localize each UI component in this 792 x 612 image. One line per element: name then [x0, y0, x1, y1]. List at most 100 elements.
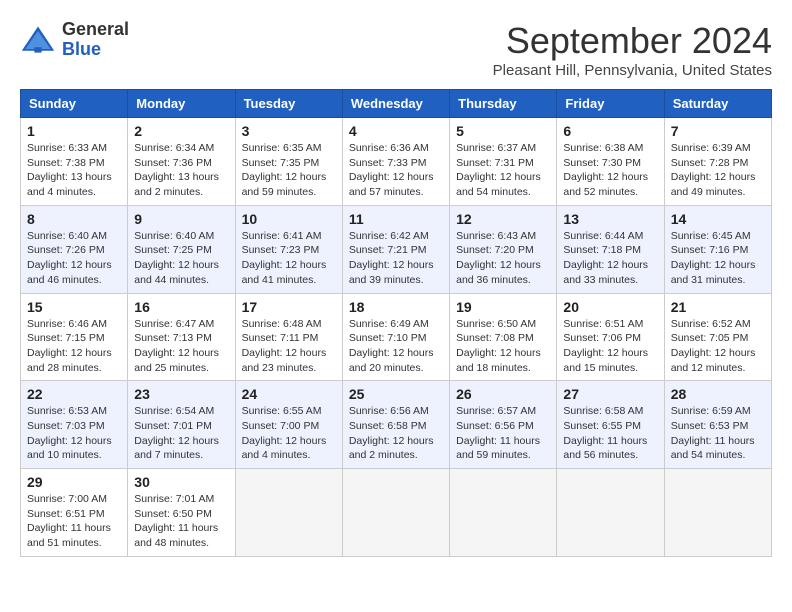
sunset-text: Sunset: 7:23 PM [242, 243, 336, 258]
day-info: Sunrise: 7:01 AM Sunset: 6:50 PM Dayligh… [134, 492, 228, 551]
daylight-text: Daylight: 12 hours and 15 minutes. [563, 346, 657, 375]
day-number: 26 [456, 386, 550, 402]
sunset-text: Sunset: 7:26 PM [27, 243, 121, 258]
sunrise-text: Sunrise: 6:38 AM [563, 141, 657, 156]
daylight-text: Daylight: 12 hours and 54 minutes. [456, 170, 550, 199]
day-number: 28 [671, 386, 765, 402]
title-block: September 2024 Pleasant Hill, Pennsylvan… [493, 20, 772, 79]
sunset-text: Sunset: 6:55 PM [563, 419, 657, 434]
header-sunday: Sunday [21, 90, 128, 118]
day-info: Sunrise: 6:42 AM Sunset: 7:21 PM Dayligh… [349, 229, 443, 288]
daylight-text: Daylight: 12 hours and 10 minutes. [27, 434, 121, 463]
day-info: Sunrise: 6:45 AM Sunset: 7:16 PM Dayligh… [671, 229, 765, 288]
header-saturday: Saturday [664, 90, 771, 118]
day-number: 19 [456, 299, 550, 315]
sunset-text: Sunset: 7:11 PM [242, 331, 336, 346]
day-info: Sunrise: 6:37 AM Sunset: 7:31 PM Dayligh… [456, 141, 550, 200]
weekday-header-row: Sunday Monday Tuesday Wednesday Thursday… [21, 90, 772, 118]
page-header: General Blue September 2024 Pleasant Hil… [20, 20, 772, 79]
daylight-text: Daylight: 12 hours and 25 minutes. [134, 346, 228, 375]
day-info: Sunrise: 6:34 AM Sunset: 7:36 PM Dayligh… [134, 141, 228, 200]
sunrise-text: Sunrise: 6:50 AM [456, 317, 550, 332]
day-number: 12 [456, 211, 550, 227]
calendar-cell: 10 Sunrise: 6:41 AM Sunset: 7:23 PM Dayl… [235, 205, 342, 293]
day-number: 6 [563, 123, 657, 139]
sunset-text: Sunset: 7:10 PM [349, 331, 443, 346]
calendar-cell: 11 Sunrise: 6:42 AM Sunset: 7:21 PM Dayl… [342, 205, 449, 293]
sunrise-text: Sunrise: 6:54 AM [134, 404, 228, 419]
day-number: 5 [456, 123, 550, 139]
day-number: 13 [563, 211, 657, 227]
sunset-text: Sunset: 7:18 PM [563, 243, 657, 258]
sunset-text: Sunset: 7:21 PM [349, 243, 443, 258]
sunrise-text: Sunrise: 6:51 AM [563, 317, 657, 332]
day-info: Sunrise: 6:57 AM Sunset: 6:56 PM Dayligh… [456, 404, 550, 463]
day-info: Sunrise: 6:40 AM Sunset: 7:26 PM Dayligh… [27, 229, 121, 288]
day-info: Sunrise: 6:52 AM Sunset: 7:05 PM Dayligh… [671, 317, 765, 376]
logo: General Blue [20, 20, 129, 60]
day-info: Sunrise: 6:46 AM Sunset: 7:15 PM Dayligh… [27, 317, 121, 376]
calendar-table: Sunday Monday Tuesday Wednesday Thursday… [20, 89, 772, 557]
calendar-cell: 30 Sunrise: 7:01 AM Sunset: 6:50 PM Dayl… [128, 469, 235, 557]
sunrise-text: Sunrise: 6:42 AM [349, 229, 443, 244]
week-row-3: 15 Sunrise: 6:46 AM Sunset: 7:15 PM Dayl… [21, 293, 772, 381]
day-number: 11 [349, 211, 443, 227]
calendar-cell [557, 469, 664, 557]
daylight-text: Daylight: 12 hours and 20 minutes. [349, 346, 443, 375]
sunset-text: Sunset: 6:56 PM [456, 419, 550, 434]
daylight-text: Daylight: 11 hours and 51 minutes. [27, 521, 121, 550]
logo-icon [20, 22, 56, 58]
sunset-text: Sunset: 6:50 PM [134, 507, 228, 522]
sunrise-text: Sunrise: 6:36 AM [349, 141, 443, 156]
sunrise-text: Sunrise: 6:35 AM [242, 141, 336, 156]
daylight-text: Daylight: 12 hours and 41 minutes. [242, 258, 336, 287]
calendar-cell: 1 Sunrise: 6:33 AM Sunset: 7:38 PM Dayli… [21, 118, 128, 206]
calendar-cell: 22 Sunrise: 6:53 AM Sunset: 7:03 PM Dayl… [21, 381, 128, 469]
sunrise-text: Sunrise: 6:57 AM [456, 404, 550, 419]
daylight-text: Daylight: 12 hours and 39 minutes. [349, 258, 443, 287]
week-row-2: 8 Sunrise: 6:40 AM Sunset: 7:26 PM Dayli… [21, 205, 772, 293]
day-info: Sunrise: 6:38 AM Sunset: 7:30 PM Dayligh… [563, 141, 657, 200]
sunrise-text: Sunrise: 6:56 AM [349, 404, 443, 419]
calendar-cell: 12 Sunrise: 6:43 AM Sunset: 7:20 PM Dayl… [450, 205, 557, 293]
sunset-text: Sunset: 7:15 PM [27, 331, 121, 346]
sunset-text: Sunset: 7:25 PM [134, 243, 228, 258]
sunrise-text: Sunrise: 7:00 AM [27, 492, 121, 507]
sunset-text: Sunset: 7:16 PM [671, 243, 765, 258]
day-number: 14 [671, 211, 765, 227]
sunset-text: Sunset: 7:35 PM [242, 156, 336, 171]
day-info: Sunrise: 6:44 AM Sunset: 7:18 PM Dayligh… [563, 229, 657, 288]
sunrise-text: Sunrise: 7:01 AM [134, 492, 228, 507]
sunset-text: Sunset: 7:05 PM [671, 331, 765, 346]
daylight-text: Daylight: 11 hours and 56 minutes. [563, 434, 657, 463]
day-info: Sunrise: 6:47 AM Sunset: 7:13 PM Dayligh… [134, 317, 228, 376]
day-number: 3 [242, 123, 336, 139]
sunset-text: Sunset: 7:36 PM [134, 156, 228, 171]
header-tuesday: Tuesday [235, 90, 342, 118]
header-monday: Monday [128, 90, 235, 118]
sunset-text: Sunset: 6:51 PM [27, 507, 121, 522]
daylight-text: Daylight: 12 hours and 52 minutes. [563, 170, 657, 199]
sunrise-text: Sunrise: 6:48 AM [242, 317, 336, 332]
day-number: 10 [242, 211, 336, 227]
sunset-text: Sunset: 7:06 PM [563, 331, 657, 346]
logo-blue: Blue [62, 40, 129, 60]
sunset-text: Sunset: 6:58 PM [349, 419, 443, 434]
daylight-text: Daylight: 11 hours and 59 minutes. [456, 434, 550, 463]
day-number: 17 [242, 299, 336, 315]
sunrise-text: Sunrise: 6:49 AM [349, 317, 443, 332]
calendar-cell: 25 Sunrise: 6:56 AM Sunset: 6:58 PM Dayl… [342, 381, 449, 469]
day-info: Sunrise: 6:36 AM Sunset: 7:33 PM Dayligh… [349, 141, 443, 200]
day-info: Sunrise: 6:51 AM Sunset: 7:06 PM Dayligh… [563, 317, 657, 376]
day-info: Sunrise: 6:35 AM Sunset: 7:35 PM Dayligh… [242, 141, 336, 200]
calendar-cell: 15 Sunrise: 6:46 AM Sunset: 7:15 PM Dayl… [21, 293, 128, 381]
sunrise-text: Sunrise: 6:59 AM [671, 404, 765, 419]
day-info: Sunrise: 6:54 AM Sunset: 7:01 PM Dayligh… [134, 404, 228, 463]
sunrise-text: Sunrise: 6:34 AM [134, 141, 228, 156]
day-number: 2 [134, 123, 228, 139]
day-info: Sunrise: 6:48 AM Sunset: 7:11 PM Dayligh… [242, 317, 336, 376]
calendar-cell: 21 Sunrise: 6:52 AM Sunset: 7:05 PM Dayl… [664, 293, 771, 381]
day-info: Sunrise: 6:59 AM Sunset: 6:53 PM Dayligh… [671, 404, 765, 463]
day-info: Sunrise: 6:33 AM Sunset: 7:38 PM Dayligh… [27, 141, 121, 200]
sunrise-text: Sunrise: 6:43 AM [456, 229, 550, 244]
